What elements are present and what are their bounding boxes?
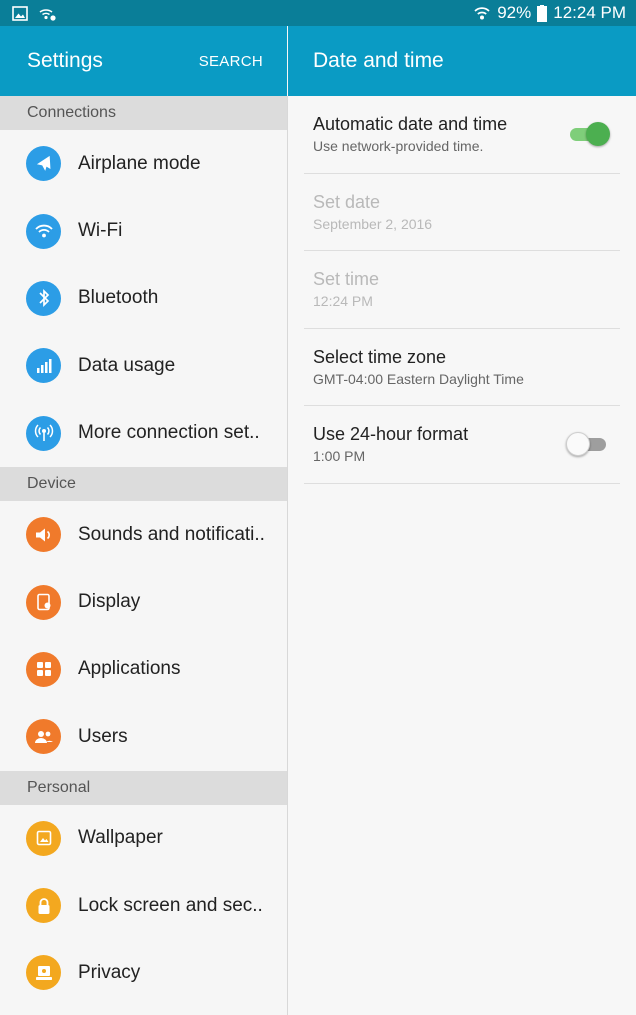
battery-percent: 92% bbox=[497, 3, 532, 22]
status-bar: 92% 12:24 PM bbox=[0, 0, 636, 26]
clock: 12:24 PM bbox=[553, 3, 626, 22]
settings-item-label: Sounds and notificati.. bbox=[78, 523, 265, 545]
settings-item-label: Lock screen and sec.. bbox=[78, 894, 263, 916]
section-header-personal: Personal bbox=[0, 770, 287, 805]
settings-item-label: Airplane mode bbox=[78, 152, 201, 174]
pref-title: Set time bbox=[313, 269, 380, 290]
airplane-icon bbox=[26, 146, 61, 182]
settings-app-bar: Settings SEARCH bbox=[0, 26, 287, 96]
battery-icon bbox=[537, 4, 548, 22]
lock-icon bbox=[26, 888, 61, 924]
search-button[interactable]: SEARCH bbox=[199, 53, 263, 70]
pref-automatic-date-time[interactable]: Automatic date and time Use network-prov… bbox=[304, 96, 620, 174]
settings-title: Settings bbox=[27, 49, 103, 72]
privacy-icon bbox=[26, 955, 61, 991]
settings-item-label: Data usage bbox=[78, 354, 176, 376]
settings-item-users[interactable]: Users bbox=[0, 703, 287, 770]
settings-item-label: Display bbox=[78, 591, 141, 613]
settings-item-label: Wi-Fi bbox=[78, 220, 123, 242]
date-time-app-bar: Date and time bbox=[288, 26, 636, 96]
settings-item-label: More connection set.. bbox=[78, 422, 260, 444]
status-bar-left bbox=[12, 5, 56, 21]
section-header-device: Device bbox=[0, 466, 287, 501]
wallpaper-icon bbox=[26, 820, 61, 856]
settings-item-sounds-and-notifications[interactable]: Sounds and notificati.. bbox=[0, 501, 287, 568]
users-icon bbox=[26, 719, 61, 755]
settings-item-label: Bluetooth bbox=[78, 287, 159, 309]
connection-icon bbox=[26, 415, 61, 451]
settings-item-bluetooth[interactable]: Bluetooth bbox=[0, 265, 287, 332]
settings-item-lock-screen-and-security[interactable]: Lock screen and sec.. bbox=[0, 872, 287, 939]
section-header-connections: Connections bbox=[0, 96, 287, 130]
pref-set-time: Set time 12:24 PM bbox=[304, 251, 620, 329]
pref-select-time-zone[interactable]: Select time zone GMT-04:00 Eastern Dayli… bbox=[304, 329, 620, 406]
settings-category-list[interactable]: Connections Airplane mode Wi-Fi Bluetoot… bbox=[0, 96, 287, 1015]
status-bar-right: 92% 12:24 PM bbox=[473, 3, 626, 23]
picture-notification-icon bbox=[12, 5, 28, 21]
settings-item-airplane-mode[interactable]: Airplane mode bbox=[0, 130, 287, 197]
settings-item-wallpaper[interactable]: Wallpaper bbox=[0, 805, 287, 872]
wifi-signal-icon bbox=[474, 7, 490, 20]
toggle-thumb bbox=[586, 122, 610, 147]
bluetooth-icon bbox=[26, 280, 61, 316]
pref-subtitle: September 2, 2016 bbox=[313, 215, 433, 232]
24-hour-format-toggle[interactable] bbox=[566, 432, 608, 457]
date-time-title: Date and time bbox=[313, 49, 444, 72]
settings-item-applications[interactable]: Applications bbox=[0, 636, 287, 703]
pref-use-24-hour-format[interactable]: Use 24-hour format 1:00 PM bbox=[304, 406, 620, 484]
pref-set-date: Set date September 2, 2016 bbox=[304, 174, 620, 251]
pref-subtitle: GMT-04:00 Eastern Daylight Time bbox=[313, 370, 524, 387]
sound-icon bbox=[26, 517, 61, 553]
date-time-settings: Automatic date and time Use network-prov… bbox=[288, 96, 636, 1015]
automatic-date-time-toggle[interactable] bbox=[568, 122, 610, 147]
settings-item-privacy[interactable]: Privacy bbox=[0, 939, 287, 1006]
settings-item-label: Users bbox=[78, 725, 128, 747]
settings-item-label: Applications bbox=[78, 658, 181, 680]
pref-title: Set date bbox=[313, 191, 381, 212]
settings-item-data-usage[interactable]: Data usage bbox=[0, 332, 287, 399]
data-usage-icon bbox=[26, 348, 61, 384]
settings-item-display[interactable]: Display bbox=[0, 568, 287, 635]
wifi-icon bbox=[26, 213, 61, 249]
toggle-thumb bbox=[566, 432, 590, 457]
apps-icon bbox=[26, 651, 61, 687]
display-icon bbox=[26, 584, 61, 620]
wifi-notification-icon bbox=[39, 8, 56, 21]
settings-item-label: Privacy bbox=[78, 961, 141, 983]
pref-subtitle: 12:24 PM bbox=[313, 293, 373, 310]
settings-item-label: Wallpaper bbox=[78, 827, 163, 849]
pref-title: Select time zone bbox=[313, 346, 447, 367]
settings-item-wifi[interactable]: Wi-Fi bbox=[0, 197, 287, 264]
settings-item-more-connection-settings[interactable]: More connection set.. bbox=[0, 400, 287, 467]
